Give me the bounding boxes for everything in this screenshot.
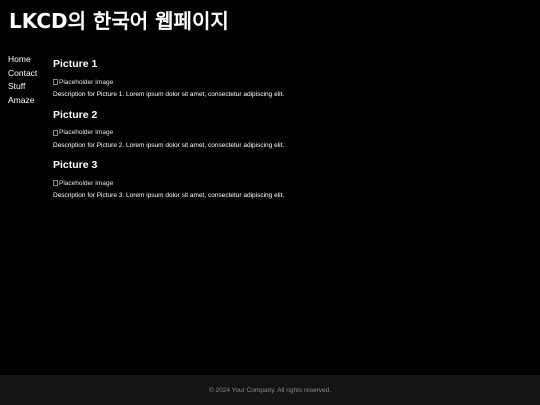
- page: LKCD의 한국어 웹페이지 Home Contact Stuff Amaze …: [0, 0, 540, 405]
- picture-image: Placeholder Image: [53, 177, 523, 189]
- gallery: Picture 1 Placeholder Image Description …: [53, 57, 523, 209]
- picture-description: Description for Picture 2. Lorem ipsum d…: [53, 141, 285, 149]
- site-footer: © 2024 Your Company. All rights reserved…: [0, 375, 540, 405]
- broken-image-icon: [53, 180, 58, 186]
- picture-description: Description for Picture 3. Lorem ipsum d…: [53, 192, 285, 199]
- broken-image-icon: [53, 79, 58, 85]
- picture-image: Placeholder Image: [53, 76, 523, 88]
- broken-image-icon: [53, 129, 58, 136]
- picture-alt-text: Placeholder Image: [59, 129, 114, 136]
- gallery-item: Picture 3 Placeholder Image Description …: [53, 158, 523, 209]
- nav-link-amaze[interactable]: Amaze: [8, 94, 52, 108]
- gallery-item: Picture 2 Placeholder Image Description …: [53, 108, 523, 159]
- nav-link-home[interactable]: Home: [8, 53, 52, 67]
- picture-alt-text: Placeholder Image: [59, 179, 114, 187]
- nav-link-stuff[interactable]: Stuff: [8, 80, 52, 94]
- picture-title: Picture 2: [53, 108, 98, 121]
- picture-alt-text: Placeholder Image: [59, 78, 114, 86]
- picture-description: Description for Picture 1. Lorem ipsum d…: [53, 91, 285, 98]
- gallery-item: Picture 1 Placeholder Image Description …: [53, 57, 523, 108]
- side-nav: Home Contact Stuff Amaze: [8, 53, 52, 107]
- picture-title: Picture 3: [53, 159, 98, 171]
- site-title: LKCD의 한국어 웹페이지: [9, 9, 229, 33]
- picture-title: Picture 1: [53, 58, 98, 70]
- picture-image: Placeholder Image: [53, 127, 523, 139]
- nav-link-contact[interactable]: Contact: [8, 67, 52, 81]
- copyright-text: © 2024 Your Company. All rights reserved…: [208, 386, 332, 394]
